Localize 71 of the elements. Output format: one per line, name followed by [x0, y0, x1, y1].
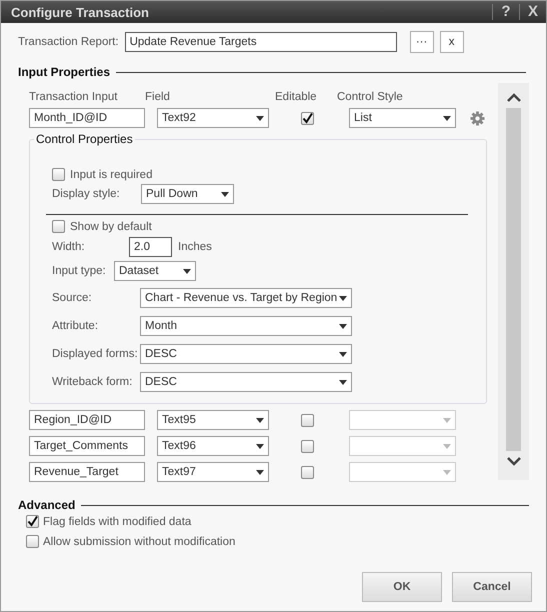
dropdown[interactable]: DESC — [140, 344, 352, 364]
width-field[interactable]: 2.0 — [129, 237, 172, 257]
editable-checkbox[interactable] — [301, 440, 314, 452]
field-label: Input type: — [52, 265, 107, 277]
column-header: Editable — [275, 91, 318, 103]
editable-checkbox[interactable] — [301, 414, 314, 426]
editable-checkbox[interactable] — [301, 466, 314, 478]
caret-icon — [256, 418, 264, 422]
panel-title: Control Properties — [35, 132, 134, 146]
checkbox-label: Input is required — [70, 168, 152, 180]
caret-icon — [443, 418, 451, 422]
caret-icon — [221, 192, 229, 196]
cancel-button[interactable]: Cancel — [452, 572, 532, 602]
caret-icon — [443, 470, 451, 474]
field-label: Displayed forms: — [52, 348, 139, 360]
checkbox[interactable] — [52, 168, 65, 181]
clear-button[interactable]: x — [440, 31, 464, 53]
ok-button[interactable]: OK — [362, 572, 442, 602]
dropdown[interactable]: Chart - Revenue vs. Target by Region — [140, 288, 352, 308]
scroll-down-icon[interactable] — [506, 457, 521, 466]
close-button[interactable]: X — [519, 4, 546, 20]
column-header: Transaction Input — [29, 91, 118, 103]
checkbox[interactable] — [26, 515, 39, 528]
field-label: Width: — [52, 241, 86, 253]
checkbox-label: Show by default — [70, 220, 152, 232]
caret-icon — [183, 268, 191, 274]
field-dropdown[interactable]: Text96 — [157, 436, 269, 456]
checkbox[interactable] — [26, 535, 39, 548]
checkbox-label: Allow submission without modification — [43, 536, 236, 548]
caret-icon — [443, 444, 451, 448]
dropdown[interactable]: Month — [140, 316, 352, 336]
input-name-field[interactable]: Region_ID@ID — [29, 410, 145, 430]
input-name-field[interactable]: Revenue_Target — [29, 462, 145, 482]
section-title: Input Properties — [18, 65, 110, 79]
editable-checkbox[interactable] — [301, 112, 314, 124]
window-title: Configure Transaction — [11, 4, 150, 20]
column-header: Field — [145, 91, 171, 103]
scroll-thumb[interactable] — [506, 108, 522, 451]
field-label: Display style: — [52, 188, 121, 200]
checkbox-label: Flag fields with modified data — [43, 516, 192, 528]
input-name-field[interactable]: Target_Comments — [29, 436, 145, 456]
gear-icon[interactable] — [470, 110, 485, 126]
scroll-up-icon[interactable] — [506, 93, 521, 102]
caret-icon — [256, 444, 264, 448]
field-dropdown[interactable]: Text92 — [157, 108, 269, 128]
caret-icon — [256, 470, 264, 474]
browse-button[interactable]: ··· — [410, 31, 434, 53]
dropdown[interactable]: Dataset — [114, 261, 196, 281]
caret-icon — [256, 116, 264, 120]
dropdown[interactable]: DESC — [140, 372, 352, 392]
field-label: Writeback form: — [52, 376, 134, 388]
field-label: Source: — [52, 292, 93, 304]
field-dropdown[interactable]: Text95 — [157, 410, 269, 430]
caret-icon — [339, 380, 347, 384]
checkbox[interactable] — [52, 220, 65, 233]
report-field[interactable]: Update Revenue Targets — [124, 32, 397, 52]
caret-icon — [443, 116, 451, 120]
column-header: Control Style — [337, 91, 404, 103]
field-label: Transaction Report: — [18, 36, 119, 48]
caret-icon — [339, 296, 347, 300]
field-label: Attribute: — [52, 320, 100, 332]
section-title: Advanced — [18, 498, 76, 512]
help-button[interactable]: ? — [492, 4, 519, 20]
unit-label: Inches — [178, 241, 212, 253]
caret-icon — [339, 324, 347, 328]
field-dropdown[interactable]: Text97 — [157, 462, 269, 482]
input-name-field[interactable]: Month_ID@ID — [29, 108, 145, 128]
scrollbar[interactable] — [498, 83, 529, 480]
caret-icon — [339, 352, 347, 356]
dropdown[interactable]: Pull Down — [141, 184, 234, 204]
control-style-dropdown[interactable]: List — [349, 108, 456, 128]
